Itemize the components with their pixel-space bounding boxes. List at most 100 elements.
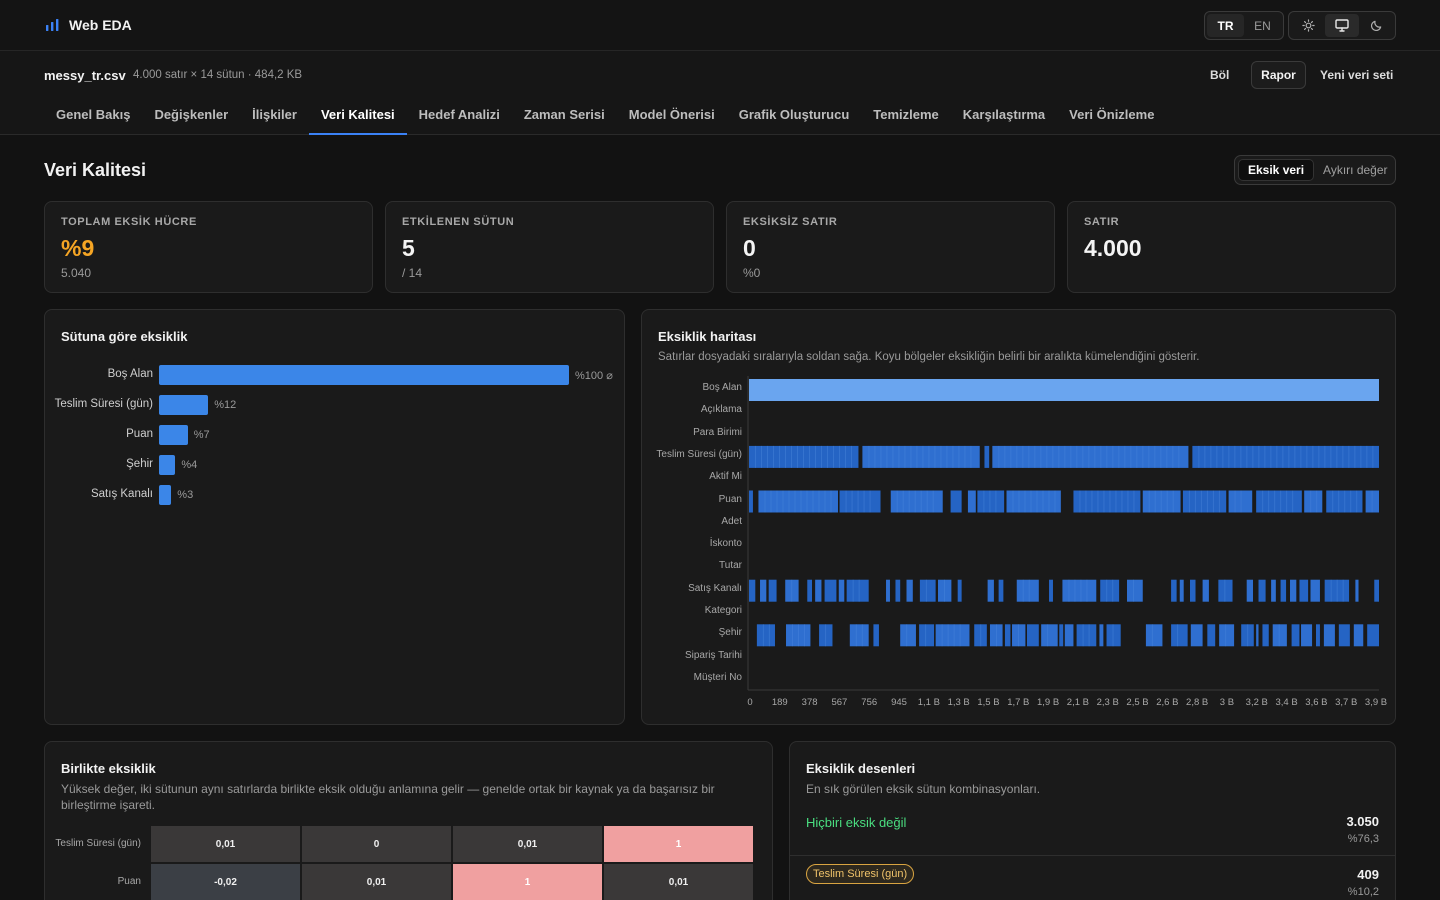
missing-texture-line <box>761 445 762 468</box>
tab-target-analysis[interactable]: Hedef Analizi <box>407 96 512 135</box>
missing-segment <box>906 579 913 602</box>
tab-model-suggestion[interactable]: Model Önerisi <box>617 96 727 135</box>
tab-overview[interactable]: Genel Bakış <box>44 96 142 135</box>
missing-texture-line <box>922 445 924 468</box>
co-missing-cell[interactable]: 0,01 <box>151 826 300 862</box>
stat-sub: %0 <box>743 266 761 280</box>
light-theme-button[interactable] <box>1291 14 1325 37</box>
missing-segment <box>1190 624 1203 647</box>
missing-texture-line <box>1306 445 1308 468</box>
missing-texture-line <box>983 490 985 513</box>
missing-texture-line <box>946 445 948 468</box>
missing-segment <box>749 490 753 513</box>
heatmap-row-label: Teslim Süresi (gün) <box>656 448 742 460</box>
missing-texture-line <box>1103 490 1105 513</box>
co-missing-cell[interactable]: 1 <box>604 826 753 862</box>
missing-texture-line <box>1085 490 1087 513</box>
missing-texture-line <box>1330 579 1332 602</box>
missing-texture-line <box>1264 445 1266 468</box>
missing-texture-line <box>1350 490 1352 513</box>
missing-segment <box>950 490 962 513</box>
x-tick-label: 2,3 B <box>1096 697 1119 708</box>
missing-texture-line <box>830 490 832 513</box>
missing-texture-line <box>1074 579 1076 602</box>
missing-segment <box>1026 624 1039 647</box>
missing-texture-line <box>815 445 816 468</box>
missing-data-button[interactable]: Eksik veri <box>1238 159 1315 181</box>
tab-comparison[interactable]: Karşılaştırma <box>951 96 1057 135</box>
missing-texture-line <box>1034 445 1036 468</box>
missing-texture-line <box>1070 445 1072 468</box>
missing-texture-line <box>773 445 774 468</box>
bar[interactable] <box>159 425 188 445</box>
missing-texture-line <box>1324 445 1326 468</box>
tab-chart-builder[interactable]: Grafik Oluşturucu <box>727 96 862 135</box>
missing-texture-line <box>1088 445 1090 468</box>
missing-texture-line <box>1222 445 1224 468</box>
tab-data-preview[interactable]: Veri Önizleme <box>1057 96 1166 135</box>
co-missing-cell[interactable]: 0 <box>302 826 451 862</box>
missing-texture-line <box>1010 445 1012 468</box>
missing-texture-line <box>1094 445 1096 468</box>
missing-texture-line <box>1278 624 1280 647</box>
report-button[interactable]: Rapor <box>1251 61 1306 89</box>
tab-cleaning[interactable]: Temizleme <box>861 96 951 135</box>
tab-relations[interactable]: İlişkiler <box>240 96 309 135</box>
missing-texture-line <box>1292 490 1294 513</box>
tab-bar: Genel Bakış Değişkenler İlişkiler Veri K… <box>44 96 1166 135</box>
co-missing-cell[interactable]: 1 <box>453 864 602 900</box>
missing-segment <box>1323 624 1335 647</box>
new-dataset-button[interactable]: Yeni veri seti <box>1320 68 1393 82</box>
missing-texture-line <box>995 490 997 513</box>
co-missing-cell[interactable]: -0,02 <box>151 864 300 900</box>
missing-texture-line <box>1268 490 1270 513</box>
missing-texture-line <box>1079 490 1081 513</box>
missing-texture-line <box>959 624 961 647</box>
tab-time-series[interactable]: Zaman Serisi <box>512 96 617 135</box>
bar[interactable] <box>159 395 209 415</box>
missing-segment <box>849 624 869 647</box>
co-missing-row-label: Puan <box>117 876 141 887</box>
missing-texture-line <box>1106 445 1108 468</box>
x-tick-label: 2,6 B <box>1156 697 1179 708</box>
missing-texture-line <box>947 624 949 647</box>
app-logo[interactable]: Web EDA <box>44 17 132 33</box>
missing-segment <box>1258 579 1266 602</box>
tab-variables[interactable]: Değişkenler <box>142 96 240 135</box>
bar[interactable] <box>159 485 172 505</box>
lang-tr-button[interactable]: TR <box>1207 14 1244 37</box>
dark-theme-button[interactable] <box>1359 14 1393 37</box>
missing-segment <box>1280 579 1287 602</box>
heatmap-row-label: Şehir <box>718 627 742 639</box>
missing-texture-line <box>1356 490 1358 513</box>
missing-texture-line <box>1124 445 1126 468</box>
missing-texture-line <box>904 445 906 468</box>
missing-texture-line <box>788 490 790 513</box>
bar-chart-icon <box>46 19 59 31</box>
system-theme-button[interactable] <box>1325 14 1359 37</box>
split-button[interactable]: Böl <box>1210 68 1229 82</box>
stat-label: SATIR <box>1084 216 1120 228</box>
co-missing-cell[interactable]: 0,01 <box>604 864 753 900</box>
outlier-button[interactable]: Aykırı değer <box>1314 159 1396 181</box>
missing-texture-line <box>1225 624 1227 647</box>
missing-texture-line <box>908 490 910 513</box>
missing-segment <box>1353 624 1364 647</box>
heatmap-row-label: Kategori <box>704 605 742 616</box>
lang-en-button[interactable]: EN <box>1244 14 1281 37</box>
bar[interactable] <box>159 365 569 385</box>
card-title: Eksiklik desenleri <box>806 761 916 776</box>
co-missing-cell[interactable]: 0,01 <box>453 826 602 862</box>
missing-texture-line <box>1091 490 1093 513</box>
bar[interactable] <box>159 455 176 475</box>
missing-texture-line <box>1047 624 1049 647</box>
x-tick-label: 2,5 B <box>1126 697 1149 708</box>
missing-texture-line <box>1316 490 1318 513</box>
missing-segment <box>1271 579 1276 602</box>
co-missing-cell[interactable]: 0,01 <box>302 864 451 900</box>
missing-segment <box>1099 624 1104 647</box>
missing-texture-line <box>952 445 954 468</box>
tab-data-quality[interactable]: Veri Kalitesi <box>308 96 407 135</box>
missing-texture-line <box>1280 490 1282 513</box>
stat-card-missing-cells: TOPLAM EKSİK HÜCRE %9 5.040 <box>44 201 373 293</box>
